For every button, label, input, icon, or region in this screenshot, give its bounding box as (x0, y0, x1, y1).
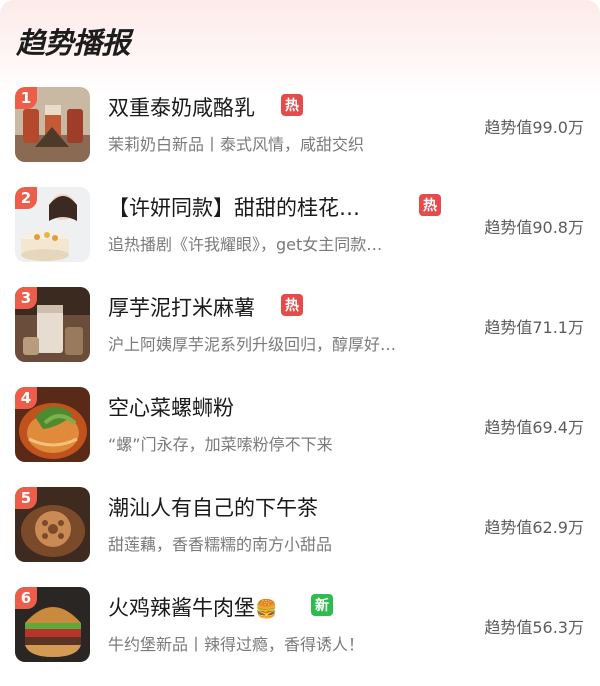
burger-emoji-icon: 🍔 (255, 599, 278, 620)
list-item[interactable]: 4 空心菜螺蛳粉 “螺”门永存，加菜嗦粉停不下来 趋势值69.4万 (0, 386, 600, 486)
list-item[interactable]: 3 厚芋泥打米麻薯 热 沪上阿姨厚芋泥系列升级回归，醇厚好… 趋势值71.1万 (0, 286, 600, 386)
hot-badge: 热 (281, 294, 303, 316)
trend-score: 趋势值90.8万 (484, 218, 584, 237)
item-thumbnail[interactable]: 5 (15, 487, 90, 562)
rank-badge: 2 (15, 187, 37, 209)
item-description: 沪上阿姨厚芋泥系列升级回归，醇厚好… (108, 335, 397, 354)
item-title: 双重泰奶咸酪乳 (108, 96, 255, 120)
item-description: “螺”门永存，加菜嗦粉停不下来 (108, 435, 333, 454)
rank-badge: 4 (15, 387, 37, 409)
item-thumbnail[interactable]: 2 (15, 187, 90, 262)
item-description: 追热播剧《许我耀眼》，get女主同款… (108, 235, 383, 254)
hot-badge: 热 (281, 94, 303, 116)
item-description: 茉莉奶白新品丨泰式风情，咸甜交织 (108, 135, 365, 154)
trend-score: 趋势值56.3万 (484, 618, 584, 637)
list-item[interactable]: 5 潮汕人有自己的下午茶 甜莲藕，香香糯糯的南方小甜品 趋势值62.9万 (0, 486, 600, 586)
item-title-text: 火鸡辣酱牛肉堡 (108, 596, 255, 620)
list-item[interactable]: 1 双重泰奶咸酪乳 热 茉莉奶白新品丨泰式风情，咸甜交织 趋势值99.0万 (0, 86, 600, 186)
trend-score: 趋势值71.1万 (484, 318, 584, 337)
item-description: 牛约堡新品丨辣得过瘾，香得诱人！ (108, 635, 365, 654)
item-description: 甜莲藕，香香糯糯的南方小甜品 (108, 535, 333, 554)
trend-score: 趋势值69.4万 (484, 418, 584, 437)
list-item[interactable]: 2 【许妍同款】甜甜的桂花… 热 追热播剧《许我耀眼》，get女主同款… 趋势值… (0, 186, 600, 286)
item-thumbnail[interactable]: 4 (15, 387, 90, 462)
rank-badge: 6 (15, 587, 37, 609)
trend-list: 1 双重泰奶咸酪乳 热 茉莉奶白新品丨泰式风情，咸甜交织 趋势值99.0万 2 … (0, 86, 600, 686)
list-item[interactable]: 6 火鸡辣酱牛肉堡🍔 新 牛约堡新品丨辣得过瘾，香得诱人！ 趋势值56.3万 (0, 586, 600, 686)
section-title: 趋势播报 (16, 26, 131, 60)
item-thumbnail[interactable]: 6 (15, 587, 90, 662)
item-thumbnail[interactable]: 3 (15, 287, 90, 362)
item-thumbnail[interactable]: 1 (15, 87, 90, 162)
rank-badge: 5 (15, 487, 37, 509)
new-badge: 新 (311, 594, 333, 616)
trend-score: 趋势值62.9万 (484, 518, 584, 537)
item-title: 火鸡辣酱牛肉堡🍔 (108, 592, 277, 622)
item-title: 空心菜螺蛳粉 (108, 396, 234, 420)
rank-badge: 3 (15, 287, 37, 309)
trend-score: 趋势值99.0万 (484, 118, 584, 137)
hot-badge: 热 (419, 194, 441, 216)
item-title: 【许妍同款】甜甜的桂花… (108, 196, 360, 220)
trend-panel: 趋势播报 1 双重泰奶咸酪乳 热 茉莉奶白新品丨泰式风情，咸甜交织 趋势值99.… (0, 0, 600, 662)
rank-badge: 1 (15, 87, 37, 109)
item-title: 潮汕人有自己的下午茶 (108, 496, 318, 520)
item-title: 厚芋泥打米麻薯 (108, 296, 255, 320)
